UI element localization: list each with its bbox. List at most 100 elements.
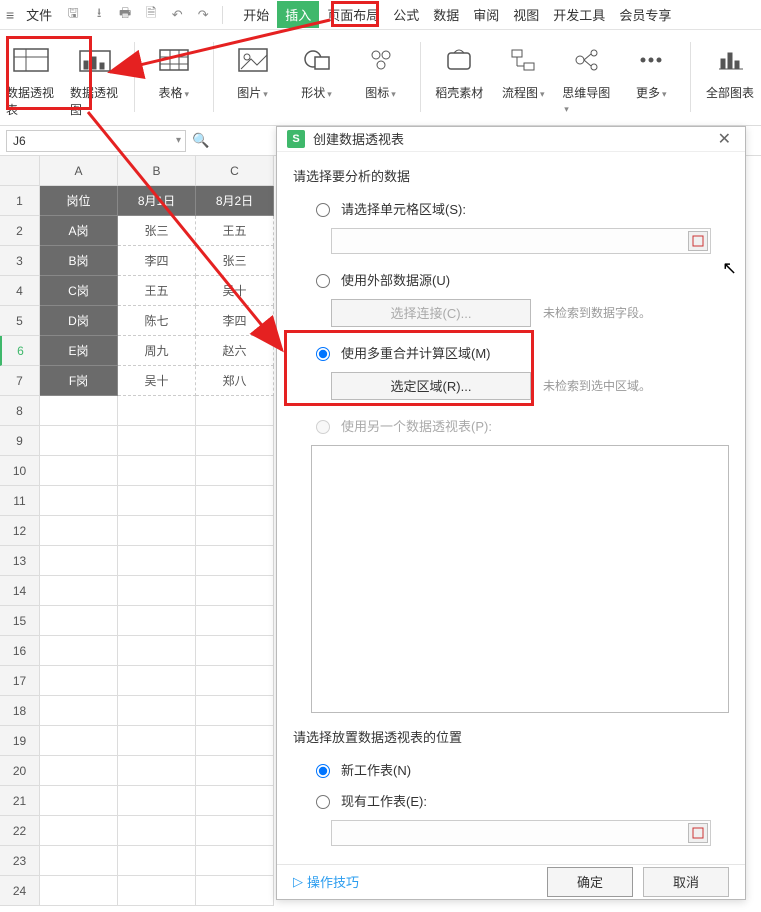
cell-B15[interactable] xyxy=(118,606,196,636)
cell-C8[interactable] xyxy=(196,396,274,426)
cell-C15[interactable] xyxy=(196,606,274,636)
cell-A17[interactable] xyxy=(40,666,118,696)
cell-A4[interactable]: C岗 xyxy=(40,276,118,306)
cell-B24[interactable] xyxy=(118,876,196,906)
app-menu-icon[interactable]: ≡ xyxy=(6,7,14,23)
ribbon-all-charts[interactable]: 全部图表 xyxy=(705,36,755,101)
cell-A20[interactable] xyxy=(40,756,118,786)
file-menu[interactable]: 文件 xyxy=(20,1,58,28)
cell-B4[interactable]: 王五 xyxy=(118,276,196,306)
cell-A21[interactable] xyxy=(40,786,118,816)
cell-B8[interactable] xyxy=(118,396,196,426)
cell-B17[interactable] xyxy=(118,666,196,696)
cell-B14[interactable] xyxy=(118,576,196,606)
tab-insert[interactable]: 插入 xyxy=(277,1,319,28)
cell-B9[interactable] xyxy=(118,426,196,456)
cell-A2[interactable]: A岗 xyxy=(40,216,118,246)
cell-B18[interactable] xyxy=(118,696,196,726)
radio-existing-sheet[interactable] xyxy=(316,795,330,809)
cell-C18[interactable] xyxy=(196,696,274,726)
cell-C17[interactable] xyxy=(196,666,274,696)
cell-A14[interactable] xyxy=(40,576,118,606)
ribbon-picture[interactable]: 图片▾ xyxy=(228,36,278,101)
row-header-23[interactable]: 23 xyxy=(0,846,40,876)
row-header-12[interactable]: 12 xyxy=(0,516,40,546)
zoom-icon[interactable]: 🔍 xyxy=(192,132,209,149)
row-header-11[interactable]: 11 xyxy=(0,486,40,516)
cell-C6[interactable]: 赵六 xyxy=(196,336,274,366)
cell-B7[interactable]: 吴十 xyxy=(118,366,196,396)
cancel-button[interactable]: 取消 xyxy=(643,867,729,897)
qat-save-icon[interactable]: 🖫 xyxy=(62,4,84,26)
radio-external-source[interactable] xyxy=(316,274,330,288)
option-external-source[interactable]: 使用外部数据源(U) xyxy=(311,270,729,289)
row-header-13[interactable]: 13 xyxy=(0,546,40,576)
row-header-8[interactable]: 8 xyxy=(0,396,40,426)
cell-C10[interactable] xyxy=(196,456,274,486)
option-multi-consolidation[interactable]: 使用多重合并计算区域(M) xyxy=(311,343,729,362)
cell-B21[interactable] xyxy=(118,786,196,816)
row-header-6[interactable]: 6 xyxy=(0,336,40,366)
row-header-22[interactable]: 22 xyxy=(0,816,40,846)
cell-B22[interactable] xyxy=(118,816,196,846)
tab-review[interactable]: 审阅 xyxy=(467,1,505,28)
tab-page-layout[interactable]: 页面布局 xyxy=(321,1,385,28)
pivot-table-listbox[interactable] xyxy=(311,445,729,713)
tab-data[interactable]: 数据 xyxy=(427,1,465,28)
ribbon-dk-material[interactable]: 稻壳素材 xyxy=(434,36,484,101)
cell-B1[interactable]: 8月1日 xyxy=(118,186,196,216)
cell-B5[interactable]: 陈七 xyxy=(118,306,196,336)
qat-open-icon[interactable]: ⭳ xyxy=(88,4,110,26)
tab-member[interactable]: 会员专享 xyxy=(613,1,677,28)
cell-C19[interactable] xyxy=(196,726,274,756)
option-select-range[interactable]: 请选择单元格区域(S): xyxy=(311,199,729,218)
row-header-5[interactable]: 5 xyxy=(0,306,40,336)
qat-redo-icon[interactable]: ↷ xyxy=(192,4,214,26)
existing-sheet-range-input[interactable] xyxy=(331,820,711,846)
cell-B10[interactable] xyxy=(118,456,196,486)
cell-A12[interactable] xyxy=(40,516,118,546)
row-header-10[interactable]: 10 xyxy=(0,456,40,486)
row-header-15[interactable]: 15 xyxy=(0,606,40,636)
row-header-2[interactable]: 2 xyxy=(0,216,40,246)
radio-new-sheet[interactable] xyxy=(316,764,330,778)
radio-select-range[interactable] xyxy=(316,203,330,217)
cell-A15[interactable] xyxy=(40,606,118,636)
cell-A18[interactable] xyxy=(40,696,118,726)
cell-A10[interactable] xyxy=(40,456,118,486)
ribbon-pivot-table[interactable]: 数据透视表 xyxy=(6,36,56,118)
row-header-24[interactable]: 24 xyxy=(0,876,40,906)
ok-button[interactable]: 确定 xyxy=(547,867,633,897)
option-existing-sheet[interactable]: 现有工作表(E): xyxy=(311,791,729,810)
cell-A8[interactable] xyxy=(40,396,118,426)
range-picker-icon[interactable] xyxy=(688,231,708,251)
col-header-A[interactable]: A xyxy=(40,156,118,186)
cell-A16[interactable] xyxy=(40,636,118,666)
option-new-sheet[interactable]: 新工作表(N) xyxy=(311,760,729,779)
cell-B2[interactable]: 张三 xyxy=(118,216,196,246)
cell-B16[interactable] xyxy=(118,636,196,666)
row-header-9[interactable]: 9 xyxy=(0,426,40,456)
cell-B20[interactable] xyxy=(118,756,196,786)
cell-A13[interactable] xyxy=(40,546,118,576)
cell-A19[interactable] xyxy=(40,726,118,756)
row-header-16[interactable]: 16 xyxy=(0,636,40,666)
row-header-1[interactable]: 1 xyxy=(0,186,40,216)
cell-B19[interactable] xyxy=(118,726,196,756)
cell-C16[interactable] xyxy=(196,636,274,666)
cell-C21[interactable] xyxy=(196,786,274,816)
cell-A11[interactable] xyxy=(40,486,118,516)
cell-C13[interactable] xyxy=(196,546,274,576)
row-header-3[interactable]: 3 xyxy=(0,246,40,276)
name-box[interactable]: J6 ▾ xyxy=(6,130,186,152)
qat-undo-icon[interactable]: ↶ xyxy=(166,4,188,26)
cell-C1[interactable]: 8月2日 xyxy=(196,186,274,216)
tab-home[interactable]: 开始 xyxy=(237,1,275,28)
cell-C9[interactable] xyxy=(196,426,274,456)
cell-A22[interactable] xyxy=(40,816,118,846)
range-input[interactable] xyxy=(331,228,711,254)
row-header-19[interactable]: 19 xyxy=(0,726,40,756)
cell-C23[interactable] xyxy=(196,846,274,876)
row-header-17[interactable]: 17 xyxy=(0,666,40,696)
col-header-C[interactable]: C xyxy=(196,156,274,186)
